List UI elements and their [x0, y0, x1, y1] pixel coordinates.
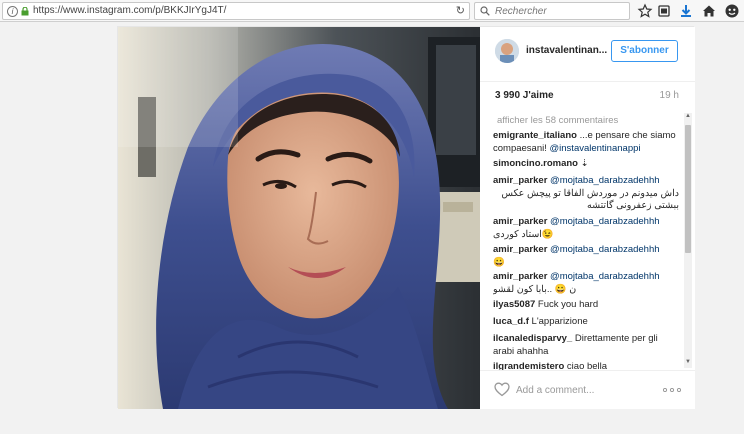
comment-mention[interactable]: @mojtaba_darabzadehhh	[550, 216, 659, 227]
emoji-icon[interactable]	[724, 3, 740, 19]
likes-count[interactable]: 3 990 J'aime	[495, 90, 554, 101]
post-footer	[480, 370, 695, 409]
comment-user[interactable]: amir_parker	[493, 175, 547, 186]
scrollbar-thumb[interactable]	[685, 125, 691, 253]
reload-icon[interactable]: ↻	[456, 4, 465, 17]
scroll-up-icon[interactable]: ▲	[685, 113, 691, 119]
comment-text: Fuck you hard	[535, 299, 599, 310]
browser-toolbar: i https://www.instagram.com/p/BKKJIrYgJ4…	[0, 0, 744, 22]
comment-text: 😀	[493, 256, 505, 268]
comment-item: emigrante_italiano ...e pensare che siam…	[493, 130, 679, 155]
comment-user[interactable]: simoncino.romano	[493, 158, 578, 169]
comment-mention[interactable]: @mojtaba_darabzadehhh	[550, 244, 659, 255]
post-header: instavalentinan... S'abonner	[480, 27, 695, 82]
follow-button[interactable]: S'abonner	[611, 40, 678, 62]
comment-item: luca_d.f L'apparizione	[493, 316, 679, 329]
home-icon[interactable]	[701, 3, 717, 19]
address-bar[interactable]: i https://www.instagram.com/p/BKKJIrYgJ4…	[2, 2, 470, 20]
comments-scrollbar[interactable]: ▲ ▼	[684, 113, 692, 368]
download-icon[interactable]	[678, 3, 694, 19]
comment-item: ilgrandemistero ciao bella	[493, 361, 679, 370]
comment-mention[interactable]: @mojtaba_darabzadehhh	[550, 271, 659, 282]
comment-text: ⇣	[577, 158, 589, 169]
comment-item: ilcanaledisparvy_ Direttamente per gli a…	[493, 333, 679, 358]
comment-list: emigrante_italiano ...e pensare che siam…	[493, 130, 683, 370]
reading-list-icon[interactable]	[656, 3, 672, 19]
comment-item: amir_parker @mojtaba_darabzadehhh داش می…	[493, 175, 679, 213]
comment-mention[interactable]: @mojtaba_darabzadehhh	[550, 175, 659, 186]
comment-text: استاد کوردی😉	[493, 228, 554, 240]
comment-item: amir_parker @mojtaba_darabzadehhh 😀	[493, 244, 679, 269]
search-icon	[480, 6, 490, 16]
comment-user[interactable]: amir_parker	[493, 271, 547, 282]
search-bar[interactable]	[474, 2, 630, 20]
star-icon[interactable]	[637, 3, 653, 19]
more-options-icon[interactable]	[663, 388, 681, 392]
comment-item: amir_parker @mojtaba_darabzadehhh ن 😀 ..…	[493, 271, 679, 296]
username[interactable]: instavalentinan...	[526, 45, 607, 56]
post-modal: instavalentinan... S'abonner 3 990 J'aim…	[117, 26, 695, 409]
load-more-comments-link[interactable]: afficher les 58 commentaires	[497, 115, 618, 126]
comment-item: ilyas5087 Fuck you hard	[493, 299, 679, 312]
comment-user[interactable]: ilgrandemistero	[493, 361, 564, 370]
comment-user[interactable]: ilyas5087	[493, 299, 535, 310]
info-icon[interactable]: i	[7, 6, 18, 17]
comment-mention[interactable]: @instavalentinanappi	[550, 143, 641, 154]
lock-icon	[21, 7, 29, 16]
add-comment-input[interactable]	[516, 382, 646, 398]
comment-user[interactable]: emigrante_italiano	[493, 130, 577, 141]
comment-item: amir_parker @mojtaba_darabzadehhh استاد …	[493, 216, 679, 241]
comment-text: L'apparizione	[528, 316, 588, 327]
comment-user[interactable]: luca_d.f	[493, 316, 529, 327]
selfie-image	[118, 27, 480, 409]
comment-user[interactable]: amir_parker	[493, 216, 547, 227]
comment-item: simoncino.romano ⇣	[493, 158, 679, 171]
comment-text: داش میدونم در موردش الفاقا تو پیچش عکس ب…	[501, 187, 679, 212]
comment-user[interactable]: amir_parker	[493, 244, 547, 255]
post-time: 19 h	[659, 90, 679, 101]
comment-text: ciao bella	[564, 361, 608, 370]
page: instavalentinan... S'abonner 3 990 J'aim…	[0, 22, 744, 434]
comment-user[interactable]: ilcanaledisparvy_	[493, 333, 572, 344]
post-photo[interactable]	[118, 27, 480, 409]
search-input[interactable]	[495, 4, 625, 18]
url-text[interactable]: https://www.instagram.com/p/BKKJIrYgJ4T/	[33, 5, 226, 16]
post-sidebar: instavalentinan... S'abonner 3 990 J'aim…	[480, 27, 695, 409]
avatar[interactable]	[495, 39, 519, 63]
heart-icon[interactable]	[494, 382, 510, 397]
scroll-down-icon[interactable]: ▼	[685, 359, 691, 365]
comment-text: ن 😀 ..بابا کون لقشو	[493, 283, 577, 295]
